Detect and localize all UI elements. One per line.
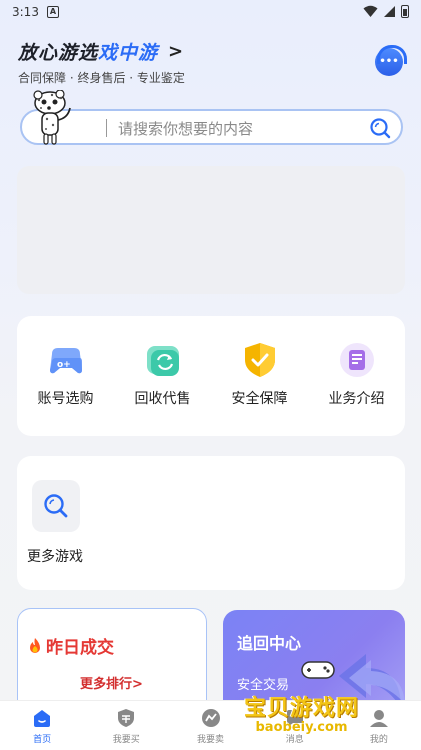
deal-title-text: 昨日成交 — [46, 638, 114, 658]
sell-icon — [201, 709, 220, 727]
wifi-icon — [363, 5, 378, 17]
site-watermark: 宝贝游戏网 baobeiy.com — [244, 661, 360, 735]
service-account-buy[interactable]: o+ 账号选购 — [17, 316, 114, 436]
more-games-label: 更多游戏 — [27, 549, 83, 565]
watermark-cn: 宝贝游戏网 — [244, 696, 360, 721]
home-icon — [34, 710, 51, 727]
deal-more-link[interactable]: 更多排行> — [80, 673, 143, 692]
nav-label: 我的 — [369, 735, 388, 745]
search-icon — [44, 494, 68, 518]
slogan-brand: 戏中游 — [98, 42, 159, 64]
services-card: o+ 账号选购 回收代售 安全保障 业务介绍 — [17, 316, 405, 436]
status-indicators — [363, 5, 409, 18]
status-bar: 3:13 A — [0, 0, 421, 24]
service-label: 账号选购 — [37, 391, 94, 407]
nav-home[interactable]: 首页 — [0, 701, 84, 750]
nav-label: 首页 — [33, 735, 52, 745]
slogan-prefix: 放心游选 — [18, 42, 99, 64]
status-time: 3:13 — [12, 5, 39, 19]
fire-icon — [30, 637, 40, 653]
signal-icon — [384, 6, 395, 17]
service-security[interactable]: 安全保障 — [211, 316, 308, 436]
nav-buy[interactable]: 我要买 — [84, 701, 168, 750]
search-divider — [106, 119, 107, 137]
service-intro[interactable]: 业务介绍 — [308, 316, 405, 436]
svg-text:o+: o+ — [57, 360, 71, 370]
sub-slogan: 合同保障 · 终身售后 · 专业鉴定 — [18, 71, 185, 85]
service-label: 回收代售 — [134, 391, 191, 407]
leopard-mascot-icon — [33, 90, 71, 145]
shield-check-icon — [244, 343, 275, 377]
nav-label: 我要买 — [112, 735, 140, 745]
recycle-icon — [146, 346, 179, 376]
support-dots: ••• — [379, 56, 399, 67]
service-label: 安全保障 — [231, 391, 288, 407]
gamepad-icon: o+ — [49, 348, 82, 374]
notification-badge-icon: A — [46, 6, 59, 18]
header: 放心游选 戏中游 > 合同保障 · 终身售后 · 专业鉴定 ••• — [18, 38, 407, 85]
search-input[interactable]: 请搜索你想要的内容 — [118, 118, 253, 139]
nav-sell[interactable]: 我要卖 — [168, 701, 252, 750]
service-recycle[interactable]: 回收代售 — [114, 316, 211, 436]
deal-title: 昨日成交 — [28, 633, 114, 658]
customer-service-icon[interactable]: ••• — [375, 45, 407, 76]
buy-shield-icon — [118, 709, 135, 727]
battery-icon — [401, 5, 409, 18]
document-icon — [339, 343, 374, 377]
chevron-right-icon: > — [168, 41, 184, 62]
games-card: 更多游戏 — [17, 456, 405, 590]
game-controller-icon — [301, 661, 335, 679]
recover-title: 追回中心 — [237, 634, 302, 653]
service-label: 业务介绍 — [328, 391, 385, 407]
search-icon[interactable] — [369, 117, 391, 139]
profile-icon — [369, 710, 388, 727]
promo-banner[interactable] — [17, 166, 405, 294]
slogan-link[interactable]: 放心游选 戏中游 > — [18, 38, 403, 65]
watermark-en: baobeiy.com — [255, 720, 348, 735]
more-games-button[interactable] — [32, 480, 80, 532]
nav-label: 我要卖 — [197, 735, 225, 745]
